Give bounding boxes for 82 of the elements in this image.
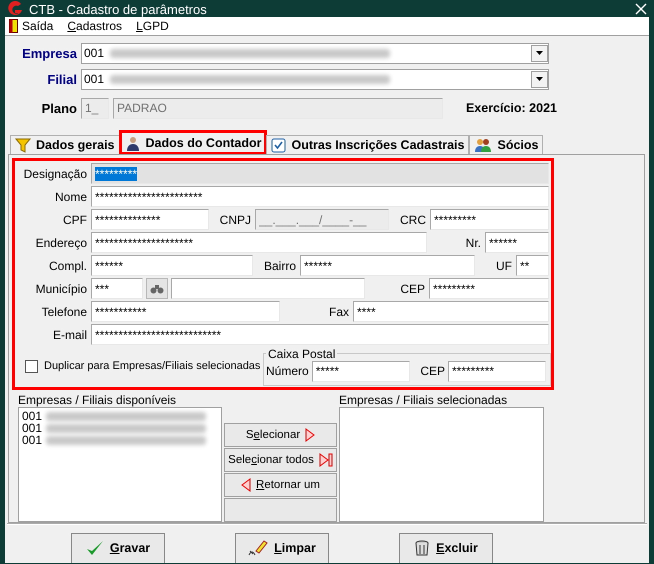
field-label: Filial xyxy=(46,72,77,86)
list-item[interactable]: 001 xyxy=(22,433,42,447)
list-caption: Empresas / Filiais disponíveis xyxy=(18,394,178,407)
text-field[interactable]: *** xyxy=(91,278,143,299)
group-title: Caixa Postal xyxy=(267,346,336,360)
field-label: Número xyxy=(266,364,310,378)
field-label: Plano xyxy=(40,100,77,116)
search-button[interactable] xyxy=(146,278,168,299)
field-label: Município xyxy=(34,282,88,296)
field-label: CPF xyxy=(62,212,88,226)
people-icon xyxy=(474,137,492,153)
action-button[interactable]: Excluir xyxy=(399,532,493,563)
text-field[interactable]: ***** xyxy=(312,360,410,382)
text-field[interactable]: PADRAO xyxy=(113,98,443,118)
close-icon[interactable] xyxy=(635,3,647,15)
tab[interactable]: Sócios xyxy=(469,135,544,154)
text-field[interactable]: 1_ xyxy=(81,98,109,118)
dropdown-arrow-icon xyxy=(536,51,543,55)
checkbox[interactable] xyxy=(25,360,38,372)
field-label: Nome xyxy=(54,190,88,204)
field-label: Compl. xyxy=(48,258,88,272)
skip-end-icon xyxy=(318,453,333,467)
field-label: Endereço xyxy=(34,236,88,250)
checkbox-icon xyxy=(271,138,286,152)
text-field[interactable]: ************** xyxy=(91,209,209,230)
door-icon xyxy=(9,19,18,33)
branch-dropdown[interactable]: 001 xyxy=(81,68,549,90)
selected-list[interactable] xyxy=(339,407,544,522)
eraser-icon xyxy=(248,539,268,557)
menu-item[interactable]: LGPD xyxy=(136,19,169,33)
field-label: E-mail xyxy=(52,328,88,342)
field-label: Telefone xyxy=(40,304,88,318)
text-field[interactable]: *********************** xyxy=(91,186,549,207)
text-field[interactable]: ********************* xyxy=(91,232,427,253)
field-label: CRC xyxy=(399,212,427,226)
field-label: Empresa xyxy=(21,46,77,60)
text-field[interactable] xyxy=(171,278,365,299)
trash-icon xyxy=(414,539,430,557)
check-icon xyxy=(86,540,104,556)
transfer-button[interactable]: Retornar um xyxy=(224,473,337,497)
field-label: CEP xyxy=(420,364,445,378)
window-title: CTB - Cadastro de parâmetros xyxy=(29,2,208,16)
text-field[interactable]: *************************** xyxy=(91,324,549,345)
field-label: Nr. xyxy=(464,236,482,250)
list-item[interactable]: 001 xyxy=(22,421,42,435)
funnel-icon xyxy=(15,137,31,153)
text-field[interactable]: ****** xyxy=(91,255,253,276)
dropdown-arrow-icon xyxy=(536,77,543,81)
action-button[interactable]: Gravar xyxy=(71,532,165,563)
available-list[interactable]: 001 001 001 xyxy=(18,407,222,522)
menu-item[interactable]: Saída xyxy=(9,19,54,33)
field-label: Fax xyxy=(328,304,350,318)
field-label: Bairro xyxy=(262,258,297,272)
checkbox-label: Duplicar para Empresas/Filiais selecionadas xyxy=(44,360,260,372)
text-field[interactable]: ****** xyxy=(485,232,549,253)
transfer-button[interactable]: Selecionar todos xyxy=(224,448,337,472)
app-logo-icon xyxy=(7,1,23,17)
exercise-year: Exercício: 2021 xyxy=(464,101,557,115)
list-item[interactable]: 001 xyxy=(22,409,42,423)
field-label: Designação xyxy=(22,166,88,180)
company-dropdown[interactable]: 001 xyxy=(81,42,549,64)
person-icon xyxy=(124,135,141,151)
left-arrow-icon xyxy=(241,478,252,492)
text-field[interactable]: ********* xyxy=(430,209,549,230)
list-caption: Empresas / Filiais selecionadas xyxy=(339,394,508,407)
right-arrow-icon xyxy=(305,428,316,442)
text-field[interactable]: ********* xyxy=(448,360,546,382)
tab[interactable]: Outras Inscrições Cadastrais xyxy=(266,135,470,154)
menu-item[interactable]: Cadastros xyxy=(67,19,122,33)
text-field[interactable]: *********** xyxy=(91,301,280,322)
transfer-button[interactable]: Selecionar xyxy=(224,423,337,447)
field-label: CNPJ xyxy=(218,212,252,226)
tab[interactable]: Dados gerais xyxy=(10,135,120,154)
binoculars-icon xyxy=(150,284,164,294)
tab[interactable]: Dados do Contador xyxy=(120,131,266,154)
action-button[interactable]: Limpar xyxy=(235,532,329,563)
field-label: UF xyxy=(495,258,513,272)
text-field[interactable]: **** xyxy=(353,301,549,322)
field-label: CEP xyxy=(399,282,426,296)
text-field[interactable]: ****** xyxy=(300,255,475,276)
text-field[interactable]: ** xyxy=(516,255,549,276)
text-field[interactable]: ********* xyxy=(429,278,549,299)
